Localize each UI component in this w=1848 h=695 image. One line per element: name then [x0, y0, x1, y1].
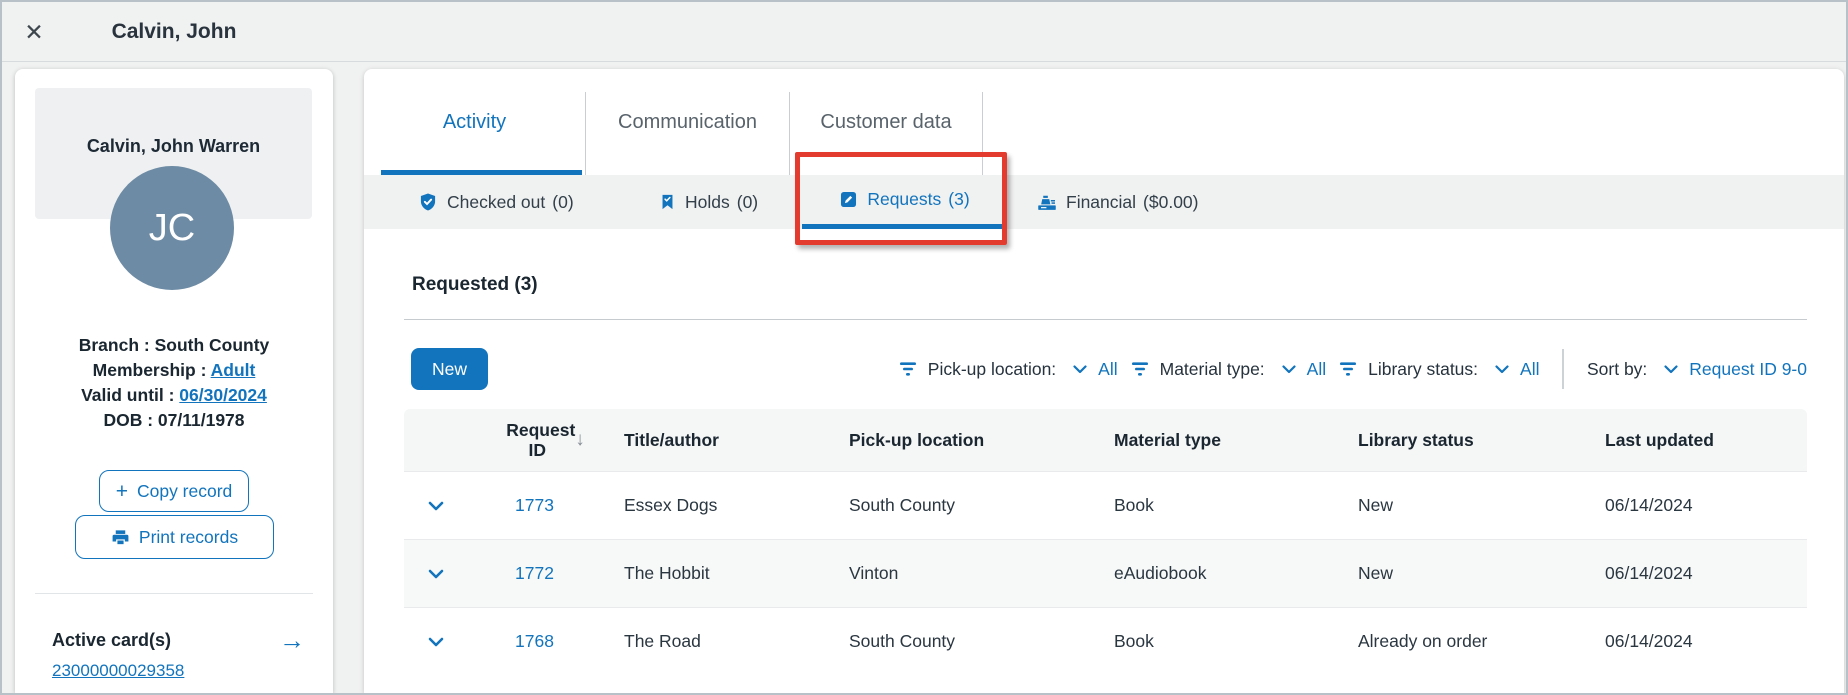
row-expand-chevron-icon[interactable] [404, 637, 467, 647]
sort-control: Sort by: Request ID 9-0 [1586, 358, 1807, 380]
cell-pickup: Vinton [849, 563, 899, 583]
content-divider [404, 319, 1807, 320]
main-panel: Activity Communication Customer data Che… [364, 69, 1844, 693]
printer-icon [111, 528, 130, 547]
filter-material-type: Material type: All [1131, 359, 1326, 380]
requests-table: Request ID ↓ Title/author Pick-up locati… [404, 409, 1807, 675]
column-material-type: Material type [1114, 429, 1221, 450]
filter-pickup-value[interactable]: All [1098, 359, 1117, 380]
edit-note-icon [839, 190, 858, 209]
toolbar: New Pick-up location: All Material type:… [404, 346, 1807, 392]
filter-material-value[interactable]: All [1307, 359, 1326, 380]
subtab-holds[interactable]: Holds (0) [659, 175, 758, 229]
column-pickup-location: Pick-up location [849, 429, 985, 450]
filter-library-status: Library status: All [1339, 359, 1539, 380]
tab-bar: Activity Communication Customer data [364, 69, 1844, 175]
detail-dob: DOB : 07/11/1978 [103, 410, 245, 430]
cell-title: The Hobbit [624, 563, 710, 583]
cell-status: Already on order [1358, 631, 1488, 651]
shield-check-icon [418, 192, 438, 212]
filter-funnel-icon [1131, 362, 1149, 376]
request-id-link[interactable]: 1772 [515, 563, 554, 584]
tab-communication[interactable]: Communication [586, 69, 789, 175]
subtab-bar: Checked out (0) Holds (0) Requests (3) F… [364, 175, 1844, 229]
chevron-down-icon[interactable] [1664, 364, 1678, 374]
active-cards-row: Active card(s) → [52, 627, 305, 653]
sort-descending-icon[interactable]: ↓ [575, 430, 585, 450]
filter-funnel-icon [899, 362, 917, 376]
cell-pickup: South County [849, 495, 956, 515]
avatar: JC [110, 166, 234, 290]
cell-material: eAudiobook [1114, 563, 1207, 583]
subtab-checked-out[interactable]: Checked out (0) [418, 175, 574, 229]
filter-status-value[interactable]: All [1520, 359, 1539, 380]
filter-funnel-icon [1339, 362, 1357, 376]
filter-bar: Pick-up location: All Material type: All… [899, 349, 1807, 389]
cell-material: Book [1114, 495, 1154, 515]
customer-record-window: ✕ Calvin, John Calvin, John Warren JC Br… [0, 0, 1848, 695]
chevron-down-icon[interactable] [1495, 364, 1509, 374]
cell-material: Book [1114, 631, 1154, 651]
cell-status: New [1358, 495, 1394, 515]
cell-title: The Road [624, 631, 701, 651]
detail-membership: Membership : Adult [92, 360, 256, 380]
table-header-row: Request ID ↓ Title/author Pick-up locati… [404, 409, 1807, 471]
customer-full-name: Calvin, John Warren [86, 136, 261, 156]
filter-sort-separator [1562, 349, 1564, 389]
request-id-link[interactable]: 1773 [515, 495, 554, 516]
copy-record-button[interactable]: + Copy record [99, 470, 249, 512]
detail-valid-until: Valid until : 06/30/2024 [81, 385, 267, 405]
detail-branch: Branch : South County [78, 335, 270, 355]
arrow-right-icon[interactable]: → [279, 627, 305, 653]
column-library-status: Library status [1358, 429, 1474, 450]
tab-separator [982, 92, 983, 175]
card-number-link[interactable]: 23000000029358 [52, 661, 184, 681]
cash-register-icon [1037, 192, 1057, 212]
column-last-updated: Last updated [1605, 429, 1714, 450]
section-title: Requested (3) [412, 274, 538, 295]
tab-activity[interactable]: Activity [364, 69, 585, 175]
cell-pickup: South County [849, 631, 956, 651]
cell-title: Essex Dogs [624, 495, 718, 515]
window-header: ✕ Calvin, John [2, 2, 1846, 62]
cell-updated: 06/14/2024 [1605, 563, 1693, 583]
new-request-button[interactable]: New [411, 348, 489, 390]
cell-updated: 06/14/2024 [1605, 495, 1693, 515]
filter-pickup-location: Pick-up location: All [899, 359, 1118, 380]
cell-status: New [1358, 563, 1394, 583]
cell-updated: 06/14/2024 [1605, 631, 1693, 651]
table-row: 1772 The Hobbit Vinton eAudiobook New 06… [404, 539, 1807, 607]
sort-value[interactable]: Request ID 9-0 [1689, 359, 1807, 380]
column-title-author: Title/author [624, 429, 719, 450]
subtab-financial[interactable]: Financial ($0.00) [1037, 175, 1199, 229]
plus-icon: + [115, 479, 128, 503]
valid-until-link[interactable]: 06/30/2024 [179, 385, 267, 405]
table-row: 1773 Essex Dogs South County Book New 06… [404, 471, 1807, 539]
request-id-link[interactable]: 1768 [515, 631, 554, 652]
print-records-button[interactable]: Print records [75, 515, 274, 559]
customer-details: Branch : South County Membership : Adult… [15, 333, 333, 433]
avatar-initials: JC [148, 206, 196, 249]
page-title: Calvin, John [111, 20, 237, 43]
membership-link[interactable]: Adult [211, 360, 256, 380]
active-cards-label: Active card(s) [52, 629, 172, 650]
column-request-id[interactable]: Request ID ↓ [467, 420, 602, 460]
tab-customer-data[interactable]: Customer data [790, 69, 982, 175]
customer-sidebar: Calvin, John Warren JC Branch : South Co… [15, 69, 333, 693]
chevron-down-icon[interactable] [1073, 364, 1087, 374]
row-expand-chevron-icon[interactable] [404, 501, 467, 511]
chevron-down-icon[interactable] [1282, 364, 1296, 374]
subtab-requests[interactable]: Requests (3) [802, 175, 1007, 229]
sidebar-divider [35, 593, 313, 594]
row-expand-chevron-icon[interactable] [404, 569, 467, 579]
table-row: 1768 The Road South County Book Already … [404, 607, 1807, 675]
bookmark-check-icon [659, 192, 676, 212]
